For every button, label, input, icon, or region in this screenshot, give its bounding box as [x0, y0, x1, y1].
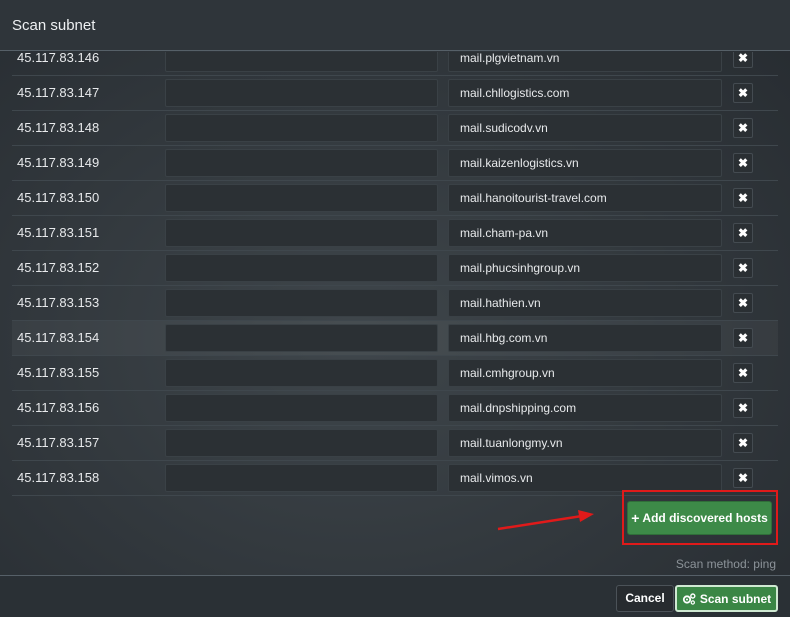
scan-subnet-label: Scan subnet — [699, 591, 772, 606]
plus-icon: + — [631, 510, 640, 526]
add-discovered-hosts-button[interactable]: + Add discovered hosts — [627, 501, 772, 535]
cancel-button[interactable]: Cancel — [616, 585, 674, 612]
add-discovered-hosts-label: Add discovered hosts — [642, 511, 768, 525]
scan-method-text: Scan method: ping — [675, 557, 776, 571]
gears-icon — [682, 592, 696, 605]
scan-subnet-button[interactable]: Scan subnet — [675, 585, 778, 612]
